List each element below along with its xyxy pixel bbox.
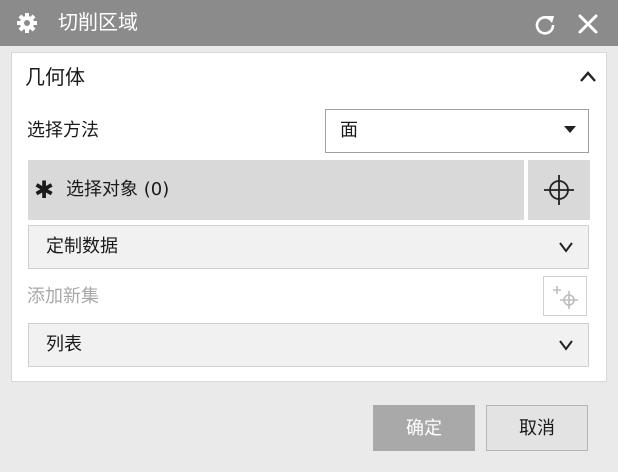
select-object-row[interactable]: ✱ 选择对象 (0) — [28, 160, 524, 220]
select-object-label: 选择对象 (0) — [66, 179, 170, 200]
dialog-titlebar: 切削区域 — [0, 0, 618, 46]
list-expander[interactable]: 列表 — [28, 323, 589, 367]
reset-icon[interactable] — [533, 12, 557, 36]
method-select[interactable]: 面 — [325, 109, 589, 153]
chevron-up-icon[interactable] — [578, 67, 598, 85]
chevron-down-icon — [559, 242, 573, 253]
dialog-title: 切削区域 — [58, 10, 138, 34]
chevron-down-icon — [559, 340, 573, 351]
method-value: 面 — [340, 120, 358, 141]
crosshair-button[interactable] — [528, 160, 590, 220]
close-icon[interactable] — [576, 12, 600, 36]
custom-data-label: 定制数据 — [46, 236, 118, 257]
custom-data-expander[interactable]: 定制数据 — [28, 225, 589, 269]
dropdown-arrow-icon — [564, 126, 576, 133]
group-title: 几何体 — [25, 65, 85, 89]
geometry-group: 几何体 选择方法 面 ✱ 选择对象 (0) 定制数据 添加新集 列表 — [11, 52, 607, 382]
list-label: 列表 — [46, 334, 82, 355]
cancel-button[interactable]: 取消 — [486, 405, 588, 451]
asterisk-icon: ✱ — [34, 176, 55, 204]
ok-button[interactable]: 确定 — [373, 405, 475, 451]
add-set-icon — [553, 286, 578, 309]
add-new-set-label: 添加新集 — [27, 286, 99, 307]
method-label: 选择方法 — [27, 120, 99, 141]
add-new-set-button[interactable] — [543, 276, 587, 316]
gear-icon[interactable] — [16, 12, 38, 34]
crosshair-icon — [544, 175, 574, 205]
